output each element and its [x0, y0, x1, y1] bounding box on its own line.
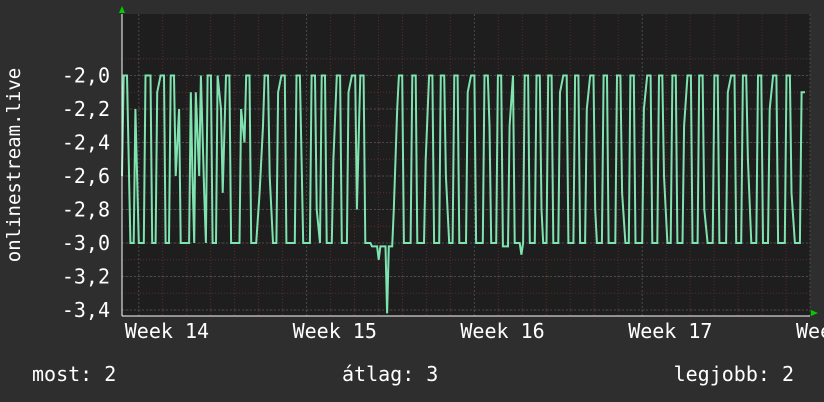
average-value: átlag: 3 — [342, 362, 439, 386]
x-tick-label: Week 14 — [125, 319, 209, 343]
x-tick-label: Week 18 — [796, 319, 824, 343]
best-value: legjobb: 2 — [673, 362, 794, 386]
y-tick-label: -3,2 — [62, 265, 110, 289]
x-tick-label: Week 15 — [293, 319, 377, 343]
y-tick-label: -2,2 — [62, 97, 110, 121]
x-tick-label: Week 16 — [460, 319, 544, 343]
chart: -2,0 -2,2 -2,4 -2,6 -2,8 -3,0 -3,2 -3,4 Week 14… — [0, 0, 824, 402]
y-axis-label: onlinestream.live — [3, 68, 25, 262]
y-tick-label: -3,4 — [62, 298, 110, 322]
y-tick-label: -2,6 — [62, 164, 110, 188]
y-tick-label: -2,8 — [62, 198, 110, 222]
current-value: most: 2 — [32, 362, 117, 386]
x-tick-label: Week 17 — [628, 319, 712, 343]
y-tick-label: -3,0 — [62, 231, 110, 255]
y-tick-label: -2,0 — [62, 64, 110, 88]
y-tick-label: -2,4 — [62, 131, 110, 155]
